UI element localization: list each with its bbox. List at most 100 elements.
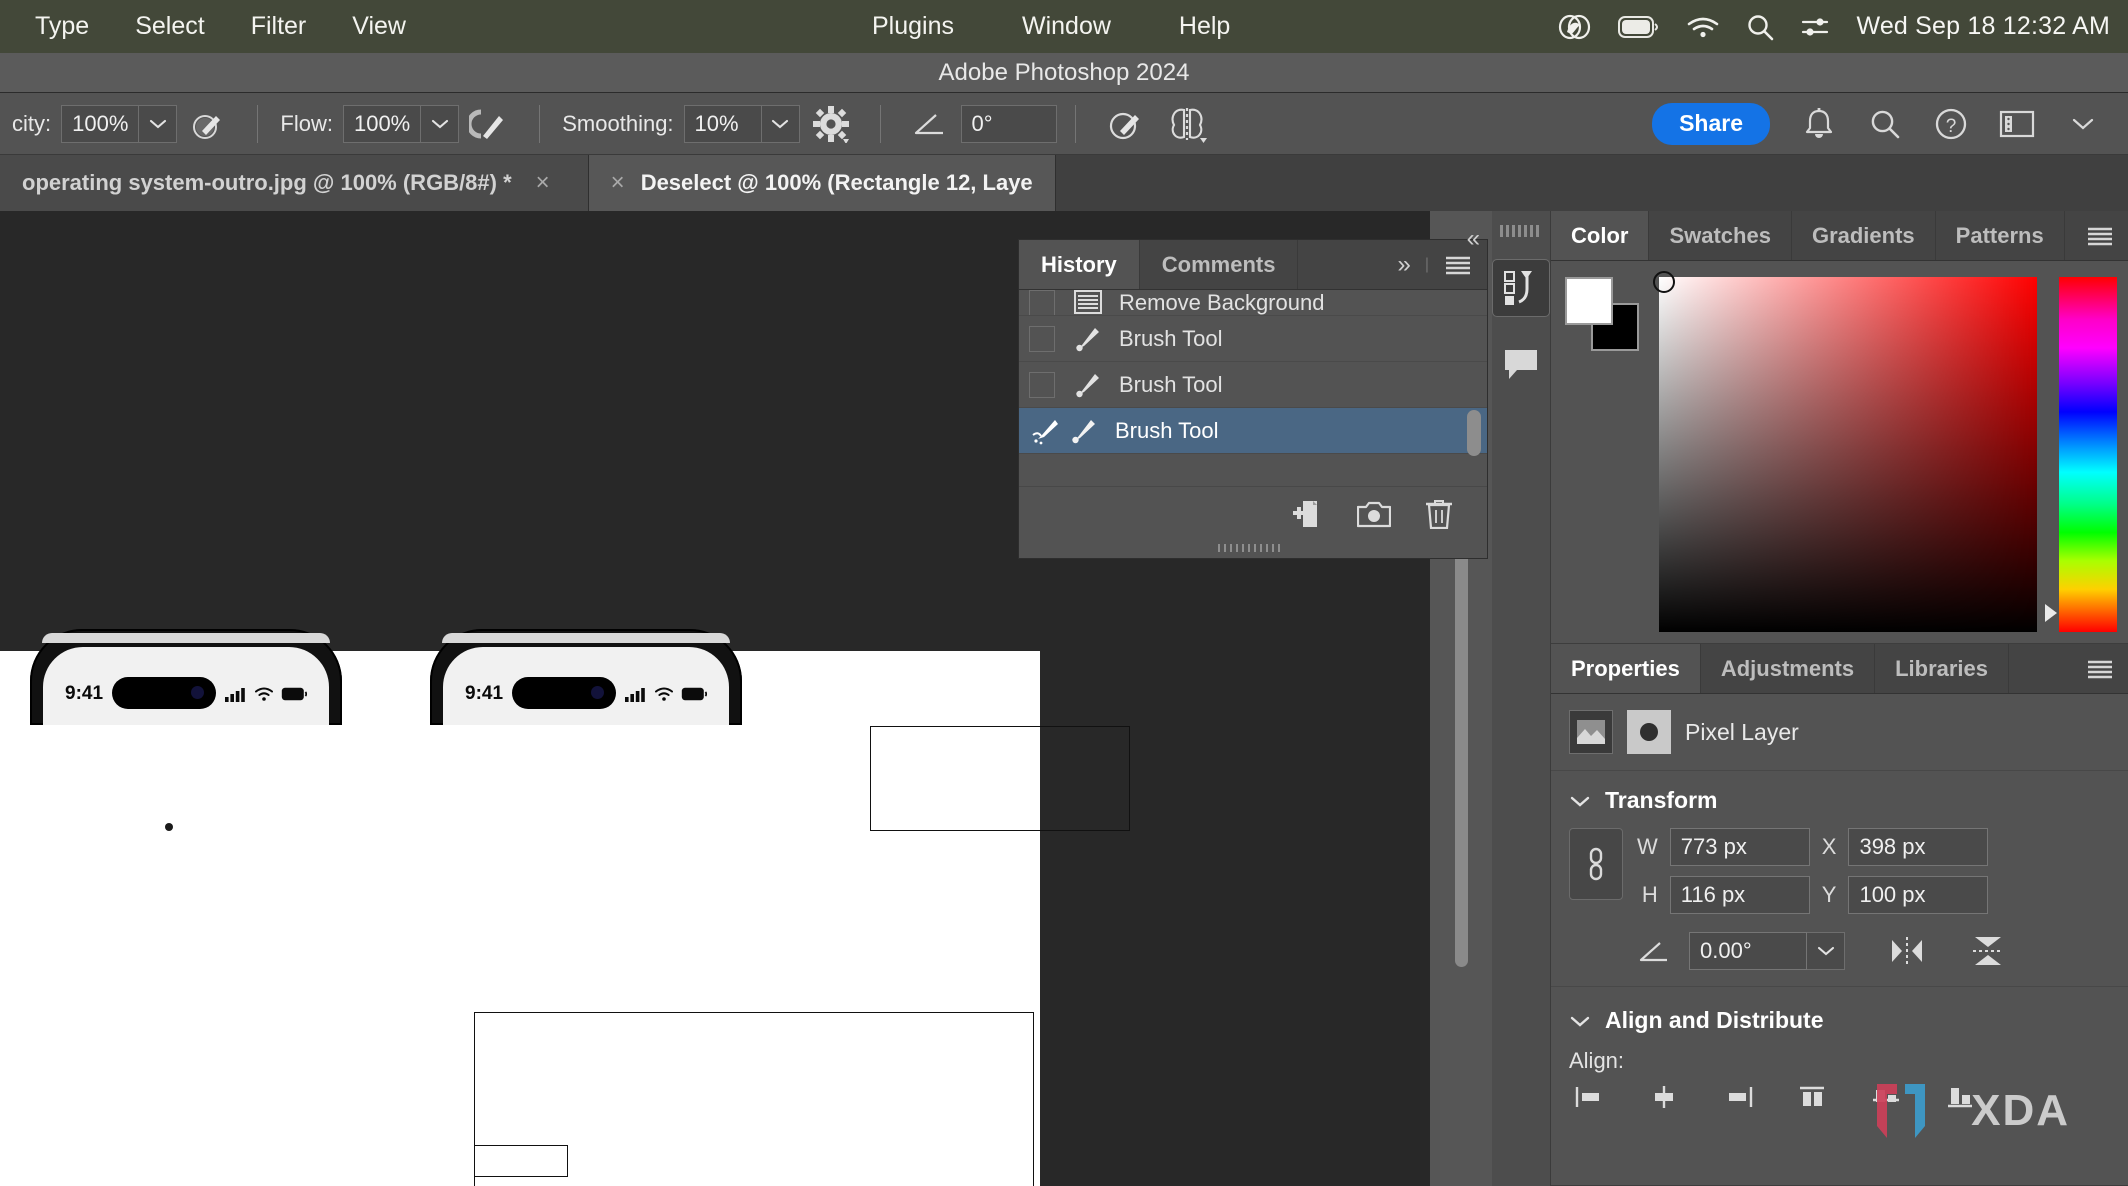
document-canvas[interactable]: 9:41 9:41	[0, 629, 1130, 1186]
document-tab-2[interactable]: × Deselect @ 100% (Rectangle 12, Laye	[588, 155, 1056, 211]
history-rail-icon[interactable]	[1492, 259, 1550, 317]
opacity-dropdown-chevron-down-icon[interactable]	[139, 104, 178, 143]
wifi-icon[interactable]	[1686, 15, 1720, 39]
menu-bar-clock[interactable]: Wed Sep 18 12:32 AM	[1856, 12, 2110, 41]
menu-item-type[interactable]: Type	[12, 0, 112, 53]
menu-item-filter[interactable]: Filter	[228, 0, 330, 53]
rotation-angle-input[interactable]: 0.00°	[1689, 932, 1807, 970]
history-item-remove-background[interactable]: Remove Background	[1019, 290, 1487, 316]
macos-menu-bar: Type Select Filter View Plugins Window H…	[0, 0, 2128, 53]
flip-vertical-icon[interactable]	[1971, 934, 2005, 968]
document-tab-1-close-icon[interactable]: ×	[536, 169, 550, 197]
history-snapshot-checkbox[interactable]	[1029, 290, 1055, 315]
y-input[interactable]: 100 px	[1848, 876, 1989, 914]
gear-icon[interactable]	[809, 102, 853, 146]
control-center-icon[interactable]	[1800, 14, 1830, 40]
smoothing-dropdown-chevron-down-icon[interactable]	[761, 104, 800, 143]
align-top-edges-icon[interactable]	[1797, 1084, 1827, 1110]
panel-menu-icon[interactable]	[2085, 225, 2115, 247]
chevron-down-icon[interactable]	[1569, 794, 1591, 808]
canvas-shape-rect-1[interactable]	[870, 726, 1130, 831]
comments-rail-icon[interactable]	[1492, 335, 1550, 393]
x-input[interactable]: 398 px	[1848, 828, 1989, 866]
link-aspect-ratio-icon[interactable]	[1569, 828, 1623, 900]
document-tab-2-title: Deselect @ 100% (Rectangle 12, Laye	[640, 170, 1033, 195]
smoothing-value[interactable]: 10%	[683, 104, 762, 143]
align-section-header[interactable]: Align and Distribute	[1551, 986, 2128, 1042]
chevron-down-icon[interactable]	[1569, 1014, 1591, 1028]
create-snapshot-camera-icon[interactable]	[1357, 500, 1391, 528]
flow-value[interactable]: 100%	[342, 104, 422, 143]
tab-adjustments[interactable]: Adjustments	[1701, 644, 1876, 693]
menu-item-help[interactable]: Help	[1156, 0, 1253, 53]
hue-slider[interactable]	[2045, 277, 2117, 632]
history-panel-resize-grip[interactable]	[1019, 540, 1487, 556]
search-icon[interactable]	[1863, 102, 1907, 146]
history-scrollbar[interactable]	[1467, 410, 1481, 456]
menu-item-window[interactable]: Window	[999, 0, 1134, 53]
xda-logo-brackets	[1877, 1084, 1926, 1138]
workspace-icon[interactable]	[1995, 102, 2039, 146]
height-input[interactable]: 116 px	[1669, 876, 1810, 914]
battery-icon	[681, 687, 707, 701]
new-document-from-state-icon[interactable]	[1291, 499, 1323, 529]
history-state-list[interactable]: Remove Background Brush Tool Brush Tool	[1019, 290, 1487, 486]
canvas-shape-rect-3[interactable]	[474, 1145, 568, 1177]
chevron-down-icon[interactable]	[2061, 102, 2105, 146]
hue-slider-marker[interactable]	[2045, 604, 2057, 622]
history-item-brush-2[interactable]: Brush Tool	[1019, 362, 1487, 408]
align-right-edges-icon[interactable]	[1723, 1084, 1753, 1110]
width-input[interactable]: 773 px	[1669, 828, 1810, 866]
angle-value[interactable]: 0°	[960, 104, 1057, 143]
rail-drag-grip[interactable]	[1500, 225, 1542, 237]
flow-control[interactable]: 100%	[342, 104, 460, 143]
foreground-color-swatch[interactable]	[1565, 277, 1613, 325]
properties-panel-menu	[2071, 644, 2128, 693]
smoothing-control[interactable]: 10%	[683, 104, 800, 143]
menu-item-view[interactable]: View	[329, 0, 429, 53]
symmetry-butterfly-icon[interactable]	[1165, 102, 1209, 146]
rotation-angle-chevron-down-icon[interactable]	[1807, 932, 1845, 970]
panel-overflow-icon[interactable]: »	[1397, 251, 1410, 279]
tab-gradients[interactable]: Gradients	[1792, 211, 1936, 260]
color-picker-marker[interactable]	[1653, 271, 1675, 293]
tab-swatches[interactable]: Swatches	[1649, 211, 1792, 260]
search-icon[interactable]	[1746, 13, 1774, 41]
delete-trash-icon[interactable]	[1425, 499, 1453, 529]
history-snapshot-checkbox[interactable]	[1029, 371, 1055, 398]
menu-item-plugins[interactable]: Plugins	[849, 0, 977, 53]
transform-section-header[interactable]: Transform	[1551, 771, 2128, 822]
tab-libraries[interactable]: Libraries	[1875, 644, 2010, 693]
tab-color[interactable]: Color	[1551, 211, 1650, 260]
document-tab-1[interactable]: operating system-outro.jpg @ 100% (RGB/8…	[0, 155, 589, 211]
history-item-brush-3[interactable]: Brush Tool	[1019, 408, 1487, 454]
tab-patterns[interactable]: Patterns	[1936, 211, 2065, 260]
pressure-size-icon[interactable]	[1103, 102, 1147, 146]
color-spectrum-field[interactable]	[1653, 271, 2037, 632]
history-item-brush-1[interactable]: Brush Tool	[1019, 316, 1487, 362]
opacity-control[interactable]: 100%	[61, 104, 178, 143]
history-snapshot-checkbox[interactable]	[1029, 325, 1055, 352]
iphone-1-status-icons	[225, 686, 307, 702]
flip-horizontal-icon[interactable]	[1889, 936, 1925, 966]
tab-properties[interactable]: Properties	[1551, 644, 1701, 693]
airbrush-icon[interactable]	[186, 102, 230, 146]
align-left-edges-icon[interactable]	[1575, 1084, 1605, 1110]
align-horizontal-centers-icon[interactable]	[1649, 1084, 1679, 1110]
tab-comments[interactable]: Comments	[1140, 240, 1299, 289]
panel-menu-icon[interactable]	[1443, 254, 1473, 276]
menu-item-select[interactable]: Select	[112, 0, 227, 53]
flow-dropdown-chevron-down-icon[interactable]	[421, 104, 460, 143]
share-button[interactable]: Share	[1652, 102, 1770, 145]
pressure-opacity-icon[interactable]	[468, 102, 512, 146]
opacity-value[interactable]: 100%	[61, 104, 140, 143]
tab-history[interactable]: History	[1019, 240, 1140, 289]
dock-collapse-icon[interactable]: «	[1467, 225, 1480, 253]
battery-icon[interactable]	[1618, 15, 1660, 38]
help-icon[interactable]: ?	[1929, 102, 1973, 146]
document-tab-2-close-icon[interactable]: ×	[611, 169, 625, 197]
creative-cloud-icon[interactable]	[1556, 12, 1592, 42]
rotation-angle-control[interactable]: 0.00°	[1689, 932, 1845, 970]
bell-icon[interactable]	[1797, 102, 1841, 146]
panel-menu-icon[interactable]	[2085, 658, 2115, 680]
